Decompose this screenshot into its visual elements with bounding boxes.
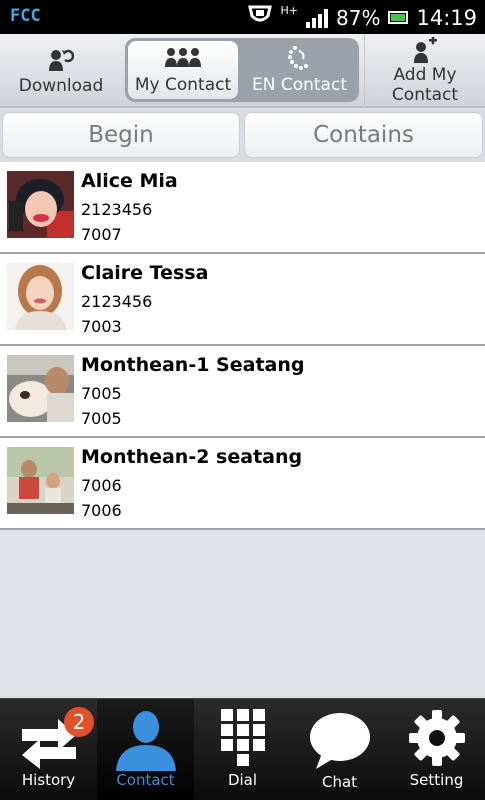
contact-extension: 7007 [81,225,122,244]
group-icon [165,48,201,67]
dotted-phone-icon [287,46,308,70]
download-label: Download [18,76,104,96]
add-my-contact-label-line2: Contact [391,85,459,105]
history-badge: 2 [64,707,94,737]
tab-setting[interactable]: Setting [388,699,485,800]
avatar [7,263,74,330]
contains-button[interactable]: Contains [244,112,483,158]
download-contacts-icon [49,49,74,71]
avatar [7,171,74,238]
add-person-icon [414,37,437,63]
contact-name: Monthean-2 seatang [81,446,303,468]
contact-source-segmented-control: My Contact EN Contact [125,38,359,102]
en-contact-tab[interactable]: EN Contact [243,41,356,99]
bug-icon [247,4,273,31]
tab-history[interactable]: 2 History [0,699,97,800]
status-bar: FCC H+ 87% 14:19 [0,0,485,34]
contact-row[interactable]: Monthean-2 seatang 7006 7006 [0,438,485,530]
add-my-contact-button[interactable]: Add My Contact [364,34,485,108]
begin-button[interactable]: Begin [2,112,240,158]
search-mode-bar: Begin Contains [0,108,485,162]
carrier-label: FCC [10,6,41,26]
avatar [7,447,74,514]
contact-number: 7006 [81,476,122,495]
gear-icon [408,710,465,766]
tab-chat[interactable]: Chat [291,699,388,800]
network-type-label: H+ [280,4,299,17]
contact-number: 2123456 [81,200,153,219]
keypad-icon [220,709,265,766]
contact-row[interactable]: Monthean-1 Seatang 7005 7005 [0,346,485,438]
tab-setting-label: Setting [409,771,464,789]
tab-history-label: History [21,771,76,789]
avatar [7,355,74,422]
contact-extension: 7003 [81,317,122,336]
signal-icon [306,8,329,28]
tab-dial[interactable]: Dial [194,699,291,800]
en-contact-label: EN Contact [251,75,347,95]
contact-name: Alice Mia [81,170,178,192]
contact-row[interactable]: Claire Tessa 2123456 7003 [0,254,485,346]
contact-extension: 7006 [81,501,122,520]
tab-chat-label: Chat [321,773,358,791]
tab-contact[interactable]: Contact [97,699,194,800]
speech-bubble-icon [309,713,370,769]
bottom-tab-bar: 2 History Contact Dial Chat Setting [0,698,485,800]
contact-number: 7005 [81,384,122,403]
contact-name: Monthean-1 Seatang [81,354,305,376]
tab-contact-label: Contact [116,771,175,789]
battery-percent: 87% [336,5,381,30]
my-contact-tab[interactable]: My Contact [128,41,238,99]
my-contact-label: My Contact [134,75,232,95]
contact-number: 2123456 [81,292,153,311]
download-button[interactable]: Download [0,34,122,108]
tab-dial-label: Dial [227,771,258,789]
contact-row[interactable]: Alice Mia 2123456 7007 [0,162,485,254]
add-my-contact-label-line1: Add My [393,65,457,85]
contact-list: Alice Mia 2123456 7007 Claire Tessa 2123… [0,162,485,530]
contact-extension: 7005 [81,409,122,428]
person-icon [115,711,176,771]
clock: 14:19 [416,5,477,30]
top-toolbar: Download My Contact EN Contact Add My Co [0,34,485,108]
battery-icon [388,11,409,24]
contact-name: Claire Tessa [81,262,209,284]
